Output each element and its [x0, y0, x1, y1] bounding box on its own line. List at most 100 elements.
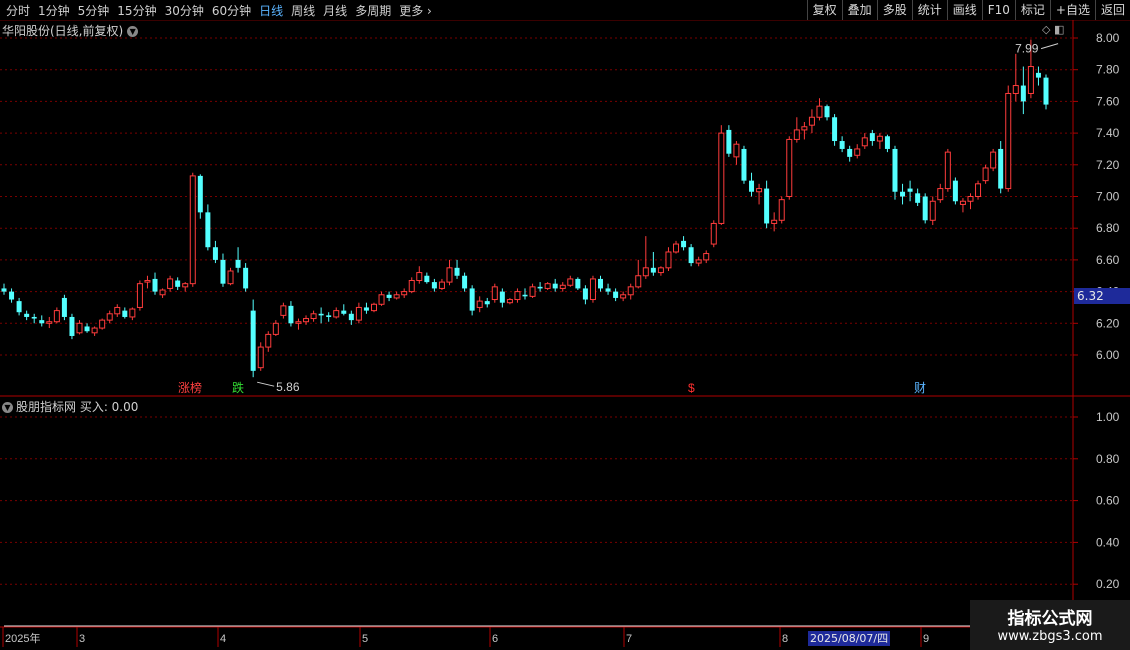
candle-body-down — [582, 288, 588, 300]
price-axis-label: 7.20 — [1096, 158, 1120, 172]
candle-body-down — [69, 316, 75, 336]
candle-body-up — [793, 129, 800, 140]
candle-body-up — [91, 327, 98, 334]
candle-body-up — [280, 305, 287, 316]
candle-body-down — [61, 297, 67, 317]
candle-body-up — [189, 175, 196, 285]
candle-body-down — [907, 188, 913, 192]
high-price-label: 7.99 — [1015, 42, 1039, 56]
price-axis-label: 6.20 — [1096, 316, 1120, 330]
candle-body-down — [749, 180, 755, 192]
candle-body-down — [832, 117, 838, 142]
candle-body-down — [484, 301, 490, 305]
price-axis-label: 7.40 — [1096, 126, 1120, 140]
candle-body-down — [726, 129, 732, 154]
indicator-axis-label: 0.40 — [1096, 535, 1120, 549]
candle-body-down — [1, 288, 7, 292]
price-axis-label: 6.00 — [1096, 348, 1120, 362]
candle-body-up — [401, 291, 408, 296]
candle-body-up — [695, 259, 702, 264]
indicator-axis-label: 1.00 — [1096, 410, 1120, 424]
candle-body-down — [454, 267, 460, 276]
candle-body-down — [537, 286, 543, 289]
candle-body-up — [144, 280, 151, 283]
price-axis-label: 8.00 — [1096, 31, 1120, 45]
candle-body-down — [341, 310, 347, 314]
candle-body-up — [272, 322, 279, 335]
low-price-label: 5.86 — [276, 380, 300, 394]
candle-body-up — [665, 251, 672, 269]
candle-body-up — [446, 267, 453, 283]
candle-body-down — [363, 307, 369, 311]
candle-body-up — [53, 310, 60, 323]
candle-body-up — [438, 281, 445, 289]
candle-body-up — [99, 319, 106, 329]
candle-body-up — [710, 222, 717, 245]
time-axis-label: 9 — [923, 633, 929, 645]
kline-chart[interactable]: 8.007.807.607.407.207.006.806.606.406.20… — [0, 0, 1130, 650]
candle-body-down — [24, 313, 30, 317]
candle-body-down — [892, 148, 898, 192]
candle-body-up — [635, 275, 642, 288]
candle-body-up — [529, 286, 536, 297]
candle-body-down — [952, 180, 958, 202]
candle-body-up — [408, 280, 415, 293]
candle-body-up — [227, 270, 234, 285]
candle-body-down — [348, 313, 354, 321]
low-arrow — [257, 381, 275, 387]
candle-body-down — [839, 141, 845, 149]
candle-body-up — [990, 151, 997, 169]
candle-body-down — [235, 259, 241, 268]
candle-body-down — [462, 275, 468, 289]
candle-body-up — [854, 148, 861, 156]
candle-body-down — [424, 275, 430, 283]
candle-body-up — [491, 286, 498, 301]
candle-body-down — [884, 136, 890, 149]
price-axis-label: 7.00 — [1096, 190, 1120, 204]
candle-body-up — [129, 308, 136, 318]
candle-body-up — [1005, 92, 1012, 190]
indicator-axis-label: 0.80 — [1096, 452, 1120, 466]
candle-body-up — [393, 294, 400, 299]
candle-body-up — [718, 132, 725, 224]
candle-body-up — [1027, 66, 1034, 94]
candle-body-down — [288, 305, 294, 324]
candle-body-up — [295, 321, 302, 324]
indicator-axis-label: 0.60 — [1096, 494, 1120, 508]
candle-body-down — [741, 148, 747, 181]
candle-body-up — [544, 283, 551, 289]
candle-body-down — [1020, 85, 1026, 102]
candle-body-up — [808, 116, 815, 126]
candle-body-down — [605, 288, 611, 292]
candle-body-down — [212, 247, 218, 260]
candle-body-up — [370, 303, 377, 312]
event-marker: $ — [688, 381, 695, 395]
candle-body-down — [613, 291, 619, 298]
candle-body-up — [929, 200, 936, 221]
candle-body-up — [1012, 85, 1019, 94]
candle-body-up — [975, 183, 982, 198]
candle-body-down — [847, 148, 853, 157]
price-axis-label: 7.60 — [1096, 94, 1120, 108]
candle-body-down — [152, 278, 158, 292]
candle-body-up — [310, 313, 317, 320]
event-marker: 涨榜 — [178, 380, 202, 395]
candle-body-down — [386, 294, 392, 298]
time-axis-label: 6 — [492, 633, 498, 645]
candle-body-down — [900, 191, 906, 197]
time-axis-label: 8 — [782, 633, 788, 645]
candle-body-up — [303, 318, 310, 323]
candle-body-up — [967, 196, 974, 202]
candle-body-up — [182, 283, 189, 288]
candle-body-down — [175, 280, 181, 287]
time-axis-label: 3 — [79, 633, 85, 645]
candle-body-down — [220, 259, 226, 284]
candle-body-down — [688, 247, 694, 264]
candle-body-down — [575, 278, 581, 289]
candle-body-up — [506, 299, 513, 304]
event-marker: 跌 — [232, 380, 244, 395]
candle-body-up — [114, 306, 121, 315]
event-marker: 财 — [914, 381, 926, 395]
candle-body-up — [982, 167, 989, 182]
candle-body-down — [205, 212, 211, 248]
